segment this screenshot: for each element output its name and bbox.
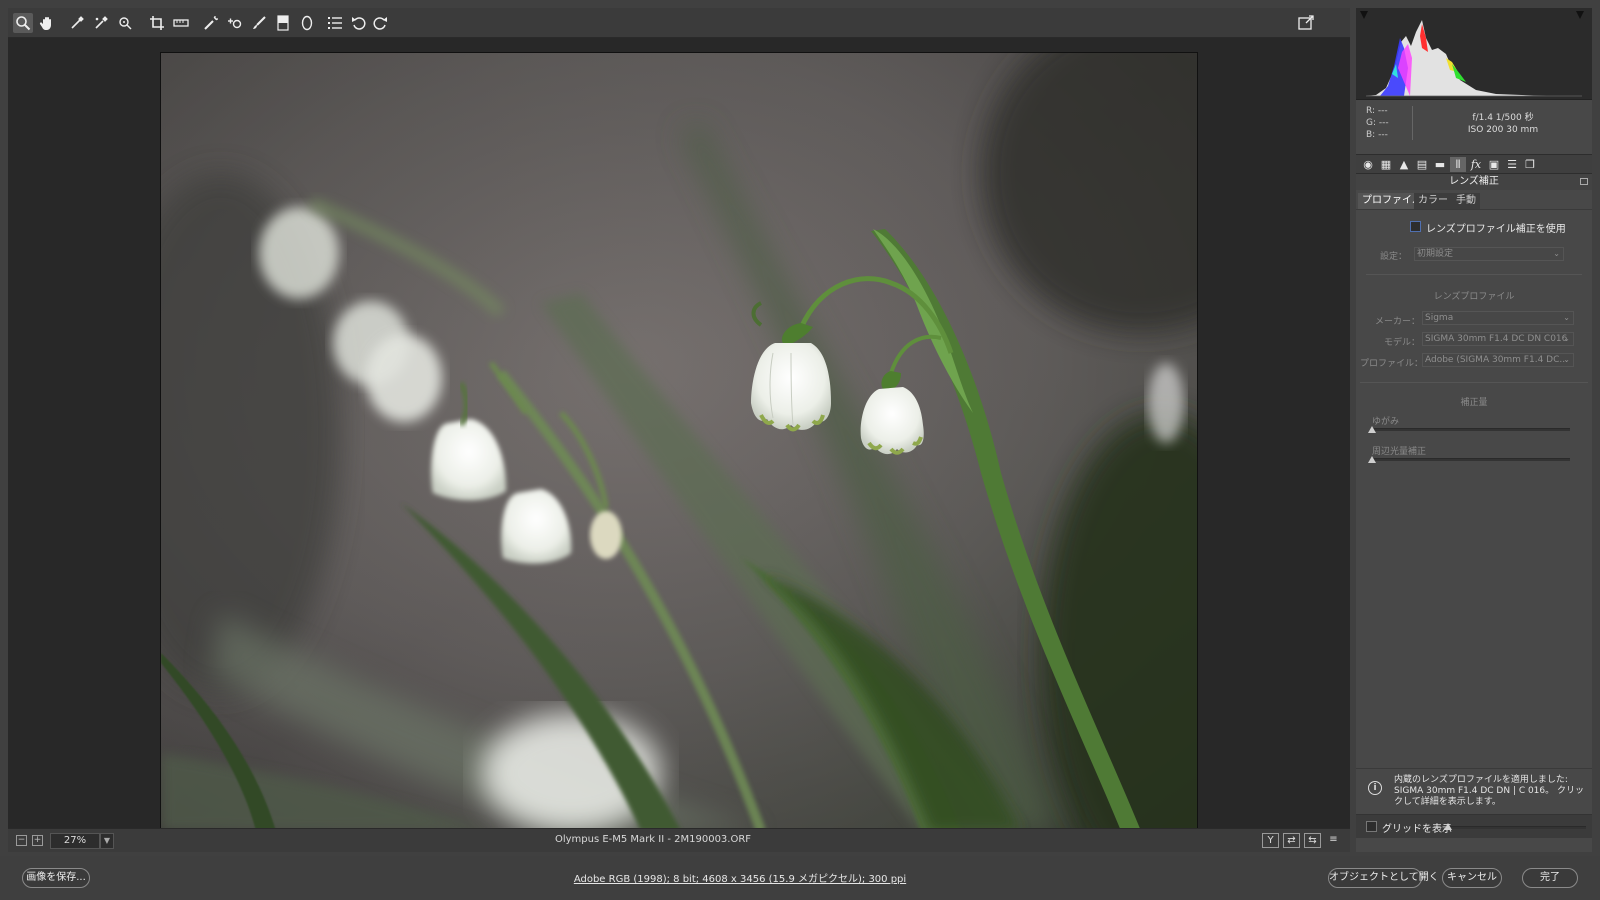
settings-panel: R: --- G: --- B: --- f/1.4 1/500 秒 ISO 2…: [1356, 8, 1592, 852]
open-object-button[interactable]: オブジェクトとして開く: [1328, 868, 1439, 888]
tab-manual[interactable]: 手動: [1452, 193, 1480, 209]
amount-heading: 補正量: [1460, 398, 1488, 408]
lens-subtabs: プロファイル カラー 手動: [1356, 192, 1592, 210]
tone-curve-icon[interactable]: ▦: [1378, 157, 1394, 172]
camera-readout: R: --- G: --- B: --- f/1.4 1/500 秒 ISO 2…: [1356, 102, 1592, 150]
camera-raw-window: − + 27% ▼ Olympus E-M5 Mark II - 2M19000…: [0, 0, 1600, 900]
workspace: − + 27% ▼ Olympus E-M5 Mark II - 2M19000…: [8, 8, 1350, 852]
preview-canvas[interactable]: [8, 38, 1350, 830]
status-bar: − + 27% ▼ Olympus E-M5 Mark II - 2M19000…: [8, 828, 1350, 852]
profile-label: プロファイル：: [1360, 359, 1424, 369]
profile-select[interactable]: Adobe (SIGMA 30mm F1.4 DC... ⌄: [1422, 353, 1574, 367]
photo-preview[interactable]: [160, 52, 1198, 830]
profile-notice[interactable]: i 内蔵のレンズプロファイルを適用しました: SIGMA 30mm F1.4 D…: [1356, 768, 1592, 814]
use-profile-checkbox[interactable]: [1410, 221, 1421, 232]
presets-icon[interactable]: ☰: [1504, 157, 1520, 172]
lens-profile-heading: レンズプロファイル: [1433, 292, 1515, 302]
bottom-bar: 画像を保存... Adobe RGB (1998); 8 bit; 4608 x…: [0, 856, 1600, 900]
radial-filter-icon[interactable]: [297, 13, 317, 33]
readout-divider: [1412, 106, 1413, 140]
snapshots-icon[interactable]: ❐: [1522, 157, 1538, 172]
chevron-down-icon: ⌄: [1563, 355, 1570, 364]
workflow-options-link[interactable]: Adobe RGB (1998); 8 bit; 4608 x 3456 (15…: [0, 870, 1480, 885]
grid-toggle-row: グリッドを表示: [1356, 814, 1592, 838]
panel-tab-strip: ◉ ▦ ▲ ▤ ▬ ⦀ fx ▣ ☰ ❐: [1356, 154, 1592, 174]
divider: [1366, 274, 1582, 275]
model-select[interactable]: SIGMA 30mm F1.4 DC DN C016 ⌄: [1422, 332, 1574, 346]
preferences-icon[interactable]: [325, 13, 345, 33]
adjustment-brush-icon[interactable]: [249, 13, 269, 33]
hsl-icon[interactable]: ▤: [1414, 157, 1430, 172]
profile-value: Adobe (SIGMA 30mm F1.4 DC...: [1425, 355, 1568, 365]
make-select[interactable]: Sigma ⌄: [1422, 311, 1574, 325]
readout-b: B: ---: [1366, 130, 1388, 140]
before-after-toggle[interactable]: Y: [1262, 833, 1279, 848]
distortion-slider-thumb[interactable]: [1368, 426, 1376, 433]
chevron-down-icon: ⌄: [1553, 249, 1560, 258]
toggle-settings-button[interactable]: ≡: [1325, 833, 1342, 848]
model-label: モデル：: [1383, 338, 1420, 348]
chevron-down-icon: ⌄: [1563, 313, 1570, 322]
rotate-left-icon[interactable]: [349, 13, 369, 33]
make-value: Sigma: [1425, 313, 1454, 323]
target-adjust-icon[interactable]: [115, 13, 135, 33]
basic-panel-icon[interactable]: ◉: [1360, 157, 1376, 172]
camera-calibration-icon[interactable]: ▣: [1486, 157, 1502, 172]
toolbar: [8, 8, 1350, 38]
tab-color[interactable]: カラー: [1414, 193, 1452, 209]
cancel-button[interactable]: キャンセル: [1442, 868, 1502, 888]
setup-value: 初期設定: [1417, 249, 1454, 259]
vignetting-label: 周辺光量補正: [1372, 447, 1427, 457]
grid-size-slider-thumb[interactable]: [1444, 823, 1452, 830]
swap-settings-button[interactable]: ⇄: [1283, 833, 1300, 848]
grid-size-slider[interactable]: [1448, 826, 1586, 829]
panel-menu-icon[interactable]: [1580, 178, 1588, 185]
panel-title: レンズ補正: [1356, 174, 1592, 190]
distortion-slider[interactable]: [1372, 428, 1570, 431]
zoom-icon[interactable]: [13, 13, 33, 33]
histogram: [1356, 8, 1592, 100]
lens-corrections-icon[interactable]: ⦀: [1450, 157, 1466, 172]
color-sampler-icon[interactable]: [91, 13, 111, 33]
vignetting-slider-thumb[interactable]: [1368, 456, 1376, 463]
exif-aperture-shutter: f/1.4 1/500 秒: [1472, 113, 1534, 123]
distortion-label: ゆがみ: [1372, 417, 1400, 427]
red-eye-icon[interactable]: [225, 13, 245, 33]
divider: [1360, 382, 1588, 383]
chevron-down-icon: ⌄: [1563, 334, 1570, 343]
fullscreen-icon[interactable]: [1296, 13, 1316, 33]
grid-label: グリッドを表示: [1382, 824, 1452, 835]
spot-removal-icon[interactable]: [201, 13, 221, 33]
copy-settings-button[interactable]: ⇆: [1304, 833, 1321, 848]
detail-icon[interactable]: ▲: [1396, 157, 1412, 172]
vignetting-slider[interactable]: [1372, 458, 1570, 461]
graduated-filter-icon[interactable]: [273, 13, 293, 33]
info-icon: i: [1368, 781, 1382, 795]
white-balance-icon[interactable]: [67, 13, 87, 33]
split-toning-icon[interactable]: ▬: [1432, 157, 1448, 172]
straighten-icon[interactable]: [171, 13, 191, 33]
use-profile-label: レンズプロファイル補正を使用: [1426, 224, 1566, 235]
done-button[interactable]: 完了: [1522, 868, 1578, 888]
filename-label: Olympus E-M5 Mark II - 2M190003.ORF: [554, 834, 752, 845]
readout-r: R: ---: [1366, 106, 1388, 116]
hand-icon[interactable]: [37, 13, 57, 33]
setup-label: 設定：: [1380, 252, 1408, 262]
notice-text: 内蔵のレンズプロファイルを適用しました: SIGMA 30mm F1.4 DC …: [1394, 775, 1584, 807]
rotate-right-icon[interactable]: [370, 13, 390, 33]
model-value: SIGMA 30mm F1.4 DC DN C016: [1425, 334, 1568, 344]
grid-checkbox[interactable]: [1366, 821, 1377, 832]
make-label: メーカー：: [1374, 317, 1420, 327]
crop-icon[interactable]: [147, 13, 167, 33]
setup-select[interactable]: 初期設定 ⌄: [1414, 247, 1564, 261]
readout-g: G: ---: [1366, 118, 1389, 128]
effects-icon[interactable]: fx: [1468, 157, 1484, 172]
exif-iso-focal: ISO 200 30 mm: [1467, 125, 1539, 135]
